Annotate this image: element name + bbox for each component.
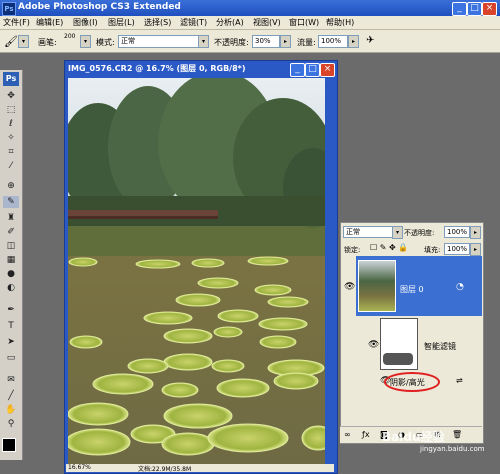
- photoshop-logo-icon: Ps: [2, 2, 16, 16]
- marquee-tool-icon[interactable]: ⬚: [3, 104, 19, 116]
- document-title: IMG_0576.CR2 @ 16.7% (图层 0, RGB/8*): [68, 64, 246, 73]
- flow-slider-arrow[interactable]: ▸: [348, 35, 359, 48]
- mode-dropdown-arrow[interactable]: ▾: [198, 35, 209, 48]
- hand-tool-icon[interactable]: ✋: [3, 404, 19, 416]
- menu-image[interactable]: 图像(I): [73, 17, 98, 28]
- fill-input[interactable]: 100%: [444, 243, 470, 255]
- zoom-tool-icon[interactable]: ⚲: [3, 418, 19, 430]
- menu-edit[interactable]: 编辑(E): [36, 17, 63, 28]
- opacity-input[interactable]: 30%: [252, 35, 280, 48]
- dodge-tool-icon[interactable]: ◐: [3, 282, 19, 294]
- lock-icons[interactable]: ☐ ✎ ✥ 🔒: [370, 243, 408, 252]
- healing-tool-icon[interactable]: ⊕: [3, 180, 19, 192]
- document-status-bar: 16.67% 文档:22.9M/35.8M: [66, 464, 334, 473]
- magic-wand-tool-icon[interactable]: ✧: [3, 132, 19, 144]
- doc-maximize-button[interactable]: □: [305, 63, 320, 77]
- menu-select[interactable]: 选择(S): [144, 17, 171, 28]
- close-button[interactable]: ×: [482, 2, 497, 16]
- filter-options-icon[interactable]: ⇌: [456, 376, 463, 385]
- blend-mode-select[interactable]: 正常: [343, 226, 393, 238]
- layer-opacity-label: 不透明度:: [404, 229, 435, 237]
- clone-stamp-tool-icon[interactable]: ♜: [3, 212, 19, 224]
- maximize-button[interactable]: □: [467, 2, 482, 16]
- brush-label: 画笔:: [38, 38, 57, 47]
- menu-analysis[interactable]: 分析(A): [216, 17, 244, 28]
- smart-object-icon: ◔: [456, 282, 464, 292]
- minimize-button[interactable]: _: [452, 2, 467, 16]
- layer-style-icon[interactable]: ƒx: [362, 430, 370, 439]
- layer-opacity-arrow[interactable]: ▸: [470, 226, 481, 239]
- notes-tool-icon[interactable]: ✉: [3, 374, 19, 386]
- brush-tool-icon-selected[interactable]: ✎: [3, 196, 19, 208]
- smart-filter-label: 智能滤镜: [424, 342, 456, 351]
- lock-label: 锁定:: [344, 246, 361, 254]
- doc-minimize-button[interactable]: _: [290, 63, 305, 77]
- filter-visibility-eye-icon[interactable]: 👁: [368, 340, 379, 350]
- red-annotation-circle: [384, 372, 440, 392]
- eyedropper2-tool-icon[interactable]: ╱: [3, 390, 19, 402]
- crop-tool-icon[interactable]: ⌗: [3, 146, 19, 158]
- menu-view[interactable]: 视图(V): [253, 17, 281, 28]
- foreground-color-swatch[interactable]: [2, 438, 16, 452]
- options-bar: 🖌 ▾ 画笔: 200 ▾ 模式: 正常 ▾ 不透明度: 30% ▸ 流量: 1…: [0, 30, 500, 53]
- tool-preset-dropdown[interactable]: ▾: [18, 35, 29, 48]
- flow-label: 流量:: [297, 38, 316, 47]
- airbrush-icon[interactable]: ✈: [366, 35, 374, 46]
- baidu-watermark: Baidu经验: [382, 430, 445, 444]
- app-title: Adobe Photoshop CS3 Extended: [18, 2, 181, 12]
- filter-mask-thumbnail: [380, 318, 418, 370]
- brush-picker-dropdown[interactable]: ▾: [80, 35, 91, 48]
- lasso-tool-icon[interactable]: ℓ: [3, 118, 19, 130]
- path-select-tool-icon[interactable]: ➤: [3, 336, 19, 348]
- mode-label: 模式:: [96, 38, 115, 47]
- menu-help[interactable]: 帮助(H): [326, 17, 354, 28]
- opacity-label: 不透明度:: [214, 38, 249, 47]
- shape-tool-icon[interactable]: ▭: [3, 352, 19, 364]
- lotus-pond-photo: [68, 78, 325, 464]
- gradient-tool-icon[interactable]: ▦: [3, 254, 19, 266]
- fill-arrow[interactable]: ▸: [470, 243, 481, 256]
- menu-filter[interactable]: 滤镜(T): [180, 17, 207, 28]
- doc-close-button[interactable]: ×: [320, 63, 335, 77]
- pen-tool-icon[interactable]: ✒: [3, 304, 19, 316]
- brush-tool-icon[interactable]: 🖌: [4, 35, 18, 48]
- history-brush-tool-icon[interactable]: ✐: [3, 226, 19, 238]
- flow-input[interactable]: 100%: [318, 35, 348, 48]
- photo-canvas[interactable]: [68, 78, 325, 464]
- delete-layer-icon[interactable]: 🗑: [452, 430, 462, 439]
- menu-layer[interactable]: 图层(L): [108, 17, 135, 28]
- layer-name[interactable]: 图层 0: [400, 284, 424, 295]
- baidu-watermark-url: jingyan.baidu.com: [420, 445, 485, 453]
- opacity-slider-arrow[interactable]: ▸: [280, 35, 291, 48]
- ps-badge-icon: Ps: [3, 72, 19, 86]
- mode-select[interactable]: 正常: [118, 35, 200, 48]
- zoom-level[interactable]: 16.67%: [68, 464, 91, 471]
- blend-mode-arrow[interactable]: ▾: [392, 226, 403, 239]
- visibility-eye-icon[interactable]: 👁: [344, 282, 355, 292]
- menu-bar: 文件(F) 编辑(E) 图像(I) 图层(L) 选择(S) 滤镜(T) 分析(A…: [0, 16, 500, 30]
- menu-file[interactable]: 文件(F): [3, 17, 30, 28]
- layer-thumbnail: [358, 260, 396, 312]
- fill-label: 填充:: [424, 246, 441, 254]
- eraser-tool-icon[interactable]: ◫: [3, 240, 19, 252]
- move-tool-icon[interactable]: ✥: [3, 90, 19, 102]
- brush-size[interactable]: 200: [64, 33, 75, 40]
- menu-window[interactable]: 窗口(W): [289, 17, 319, 28]
- link-layers-icon[interactable]: ∞: [344, 430, 351, 439]
- eyedropper-tool-icon[interactable]: ⁄: [3, 160, 19, 172]
- layer-opacity-input[interactable]: 100%: [444, 226, 470, 238]
- blur-tool-icon[interactable]: ●: [3, 268, 19, 280]
- type-tool-icon[interactable]: T: [3, 320, 19, 332]
